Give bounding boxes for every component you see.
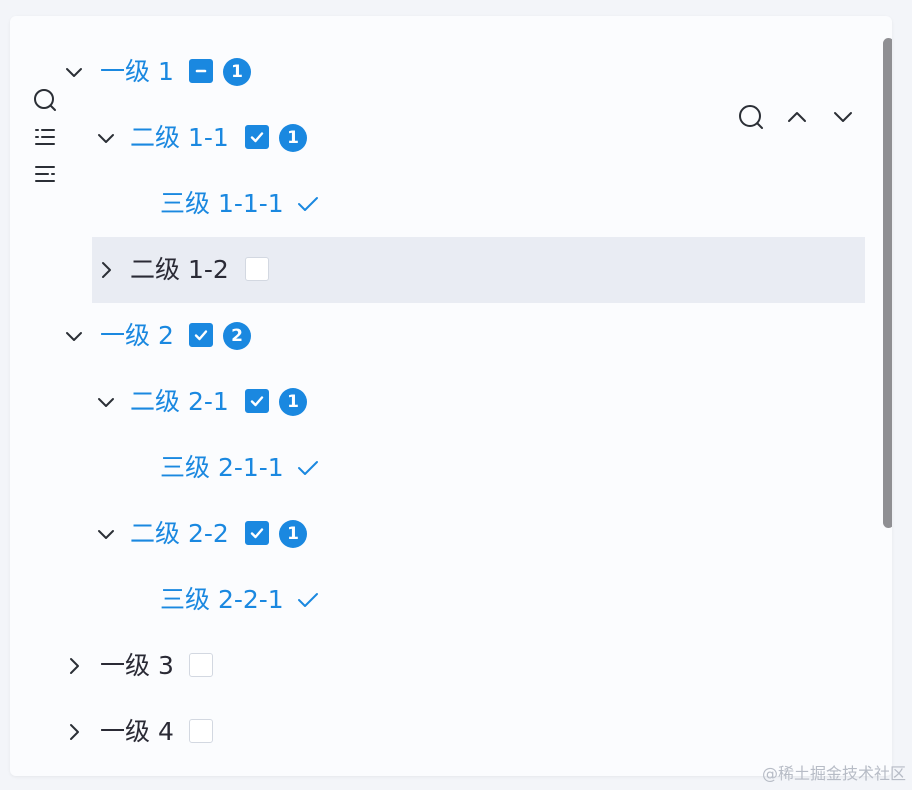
count-badge: 2 [223, 322, 251, 350]
tree-node-level2[interactable]: 二级 1-2 [92, 237, 865, 303]
watermark: @稀土掘金技术社区 [761, 764, 906, 783]
check-icon [296, 457, 320, 479]
tree-node-checkbox[interactable] [245, 521, 269, 545]
tree-node-label[interactable]: 三级 1-1-1 [160, 187, 284, 221]
tree-node-level1[interactable]: 一级 1 1 [10, 39, 870, 105]
tree-node-label[interactable]: 一级 2 [100, 319, 174, 353]
count-badge: 1 [223, 58, 251, 86]
tree-node-label[interactable]: 二级 1-1 [130, 121, 229, 155]
tree-node-level2[interactable]: 二级 1-1 1 [10, 105, 870, 171]
tree-node-level1[interactable]: 一级 3 [10, 633, 870, 699]
tree-node-level1[interactable]: 一级 4 [10, 699, 870, 765]
tree-node-checkbox[interactable] [189, 719, 213, 743]
chevron-down-icon[interactable] [62, 60, 86, 84]
chevron-down-icon[interactable] [94, 126, 118, 150]
tree-node-checkbox[interactable] [245, 125, 269, 149]
scrollbar[interactable] [883, 38, 892, 528]
tree-node-label[interactable]: 二级 2-1 [130, 385, 229, 419]
chevron-down-icon[interactable] [94, 390, 118, 414]
chevron-down-icon[interactable] [94, 522, 118, 546]
tree-node-label[interactable]: 一级 4 [100, 715, 174, 749]
tree-node-level3[interactable]: 三级 2-2-1 [10, 567, 870, 633]
chevron-right-icon[interactable] [62, 720, 86, 744]
tree-node-checkbox[interactable] [189, 59, 213, 83]
tree-node-level3[interactable]: 三级 1-1-1 [10, 171, 870, 237]
tree-node-level2[interactable]: 二级 2-1 1 [10, 369, 870, 435]
check-icon [296, 193, 320, 215]
tree-node-label[interactable]: 三级 2-2-1 [160, 583, 284, 617]
tree-node-label[interactable]: 二级 2-2 [130, 517, 229, 551]
tree-node-checkbox[interactable] [245, 257, 269, 281]
chevron-right-icon[interactable] [94, 258, 118, 282]
tree-node-label[interactable]: 一级 3 [100, 649, 174, 683]
chevron-right-icon[interactable] [62, 654, 86, 678]
tree-node-checkbox[interactable] [189, 323, 213, 347]
tree-node-level3[interactable]: 三级 2-1-1 [10, 435, 870, 501]
tree-node-level1[interactable]: 一级 2 2 [10, 303, 870, 369]
tree-node-label[interactable]: 一级 1 [100, 55, 174, 89]
tree-node-checkbox[interactable] [245, 389, 269, 413]
tree-node-label[interactable]: 三级 2-1-1 [160, 451, 284, 485]
check-icon [296, 589, 320, 611]
tree-node-level2[interactable]: 二级 2-2 1 [10, 501, 870, 567]
chevron-down-icon[interactable] [62, 324, 86, 348]
tree-panel: 一级 1 1 二级 1-1 1 三级 1-1-1 二级 1-2 一级 2 2 二级 2-1 1 三级… [10, 16, 892, 776]
tree-node-label[interactable]: 二级 1-2 [130, 253, 229, 287]
count-badge: 1 [279, 124, 307, 152]
count-badge: 1 [279, 388, 307, 416]
tree-node-checkbox[interactable] [189, 653, 213, 677]
count-badge: 1 [279, 520, 307, 548]
